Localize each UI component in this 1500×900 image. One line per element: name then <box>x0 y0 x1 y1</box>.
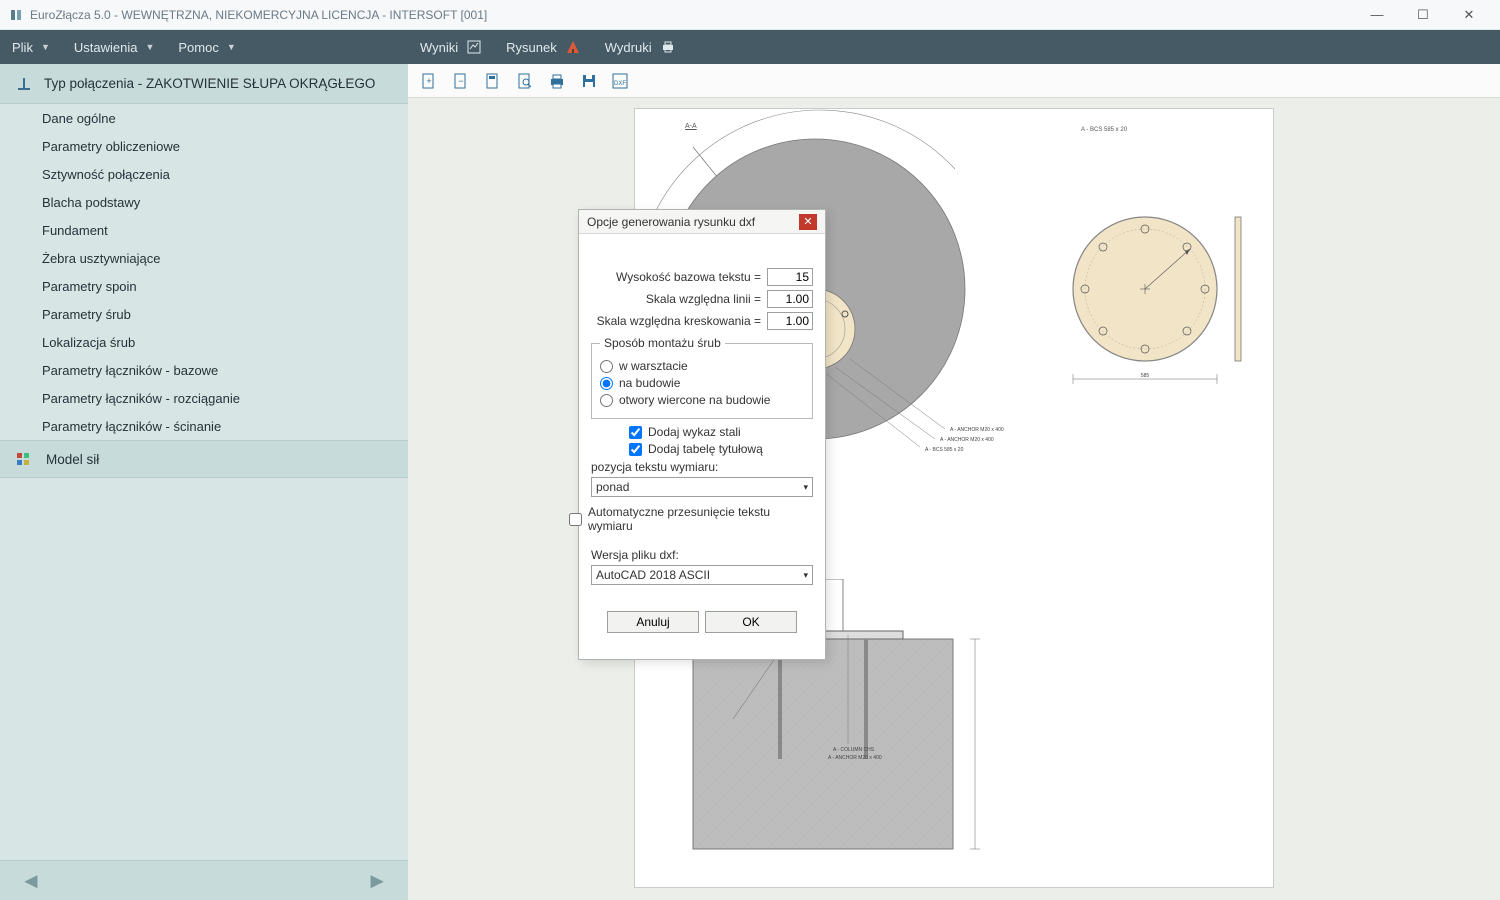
sidebar-item-general[interactable]: Dane ogólne <box>0 104 408 132</box>
sidebar-header-label: Typ połączenia - ZAKOTWIENIE SŁUPA OKRĄG… <box>44 76 375 91</box>
hatch-scale-label: Skala względna kreskowania = <box>591 314 767 328</box>
mounting-workshop-radio[interactable] <box>600 360 613 373</box>
auto-shift-checkbox[interactable] <box>569 513 582 526</box>
dialog-titlebar[interactable]: Opcje generowania rysunku dxf ✕ <box>579 210 825 234</box>
sidebar-item-calc-params[interactable]: Parametry obliczeniowe <box>0 132 408 160</box>
dim-pos-label: pozycja tekstu wymiaru: <box>591 460 813 474</box>
mounting-legend: Sposób montażu śrub <box>600 336 725 350</box>
sidebar-item-stiffeners[interactable]: Żebra usztywniające <box>0 244 408 272</box>
save-icon[interactable] <box>578 70 600 92</box>
menu-settings[interactable]: Ustawienia▼ <box>62 30 167 64</box>
maximize-button[interactable]: ☐ <box>1400 0 1446 30</box>
results-icon <box>466 39 482 55</box>
print-icon[interactable] <box>546 70 568 92</box>
dxf-options-dialog: Opcje generowania rysunku dxf ✕ Wysokość… <box>578 209 826 660</box>
chevron-down-icon: ▾ <box>803 570 808 581</box>
window-title: EuroZłącza 5.0 - WEWNĘTRZNA, NIEKOMERCYJ… <box>30 8 487 22</box>
dxf-version-label: Wersja pliku dxf: <box>591 548 813 562</box>
nav-back-icon[interactable]: ◄ <box>20 868 42 894</box>
sidebar-item-conn-shear[interactable]: Parametry łączników - ścinanie <box>0 412 408 440</box>
window-controls: — ☐ ✕ <box>1354 0 1492 30</box>
mounting-site-radio[interactable] <box>600 377 613 390</box>
drawing-canvas: A-A A - BCS 585 x 20 <box>408 98 1500 900</box>
sidebar-item-bolt-location[interactable]: Lokalizacja śrub <box>0 328 408 356</box>
svg-text:−: − <box>458 76 463 86</box>
ok-button[interactable]: OK <box>705 611 797 633</box>
connection-type-icon <box>16 76 32 92</box>
chevron-down-icon: ▼ <box>145 42 154 52</box>
sidebar-forces-label: Model sił <box>46 452 99 467</box>
svg-text:A - ANCHOR M20 x 400: A - ANCHOR M20 x 400 <box>940 437 994 443</box>
svg-text:+: + <box>426 76 431 86</box>
close-button[interactable]: ✕ <box>1446 0 1492 30</box>
line-scale-label: Skala względna linii = <box>591 292 767 306</box>
dxf-export-icon[interactable]: DXF <box>610 70 632 92</box>
page-view-icon[interactable] <box>482 70 504 92</box>
line-scale-input[interactable] <box>767 290 813 308</box>
menu-prints[interactable]: Wydruki <box>593 30 688 64</box>
menu-right: Wyniki Rysunek Wydruki <box>408 30 1500 64</box>
dim-pos-select[interactable]: ponad▾ <box>591 477 813 497</box>
svg-text:A - BCS 585 x 20: A - BCS 585 x 20 <box>925 447 964 453</box>
content-toolbar: + − DXF <box>408 64 1500 98</box>
printer-icon <box>660 39 676 55</box>
new-page-icon[interactable]: + <box>418 70 440 92</box>
sidebar-item-conn-base[interactable]: Parametry łączników - bazowe <box>0 356 408 384</box>
sidebar-item-weld-params[interactable]: Parametry spoin <box>0 272 408 300</box>
svg-text:A - ANCHOR M20 x 400: A - ANCHOR M20 x 400 <box>950 427 1004 433</box>
dxf-version-select[interactable]: AutoCAD 2018 ASCII▾ <box>591 565 813 585</box>
zoom-icon[interactable] <box>514 70 536 92</box>
cancel-button[interactable]: Anuluj <box>607 611 699 633</box>
content-area: + − DXF A-A A - BCS 585 x 20 <box>408 64 1500 900</box>
chevron-down-icon: ▼ <box>227 42 236 52</box>
mounting-fieldset: Sposób montażu śrub w warsztacie na budo… <box>591 336 813 419</box>
remove-page-icon[interactable]: − <box>450 70 472 92</box>
svg-text:585: 585 <box>1141 373 1150 379</box>
sidebar-item-foundation[interactable]: Fundament <box>0 216 408 244</box>
text-height-input[interactable] <box>767 268 813 286</box>
sidebar-item-bolt-params[interactable]: Parametry śrub <box>0 300 408 328</box>
sidebar-spacer <box>0 478 408 860</box>
menu-results[interactable]: Wyniki <box>408 30 494 64</box>
plan-drawing: 585 <box>1055 189 1255 409</box>
titlebar: EuroZłącza 5.0 - WEWNĘTRZNA, NIEKOMERCYJ… <box>0 0 1500 30</box>
sidebar-item-stiffness[interactable]: Sztywność połączenia <box>0 160 408 188</box>
chevron-down-icon: ▼ <box>41 42 50 52</box>
hatch-scale-input[interactable] <box>767 312 813 330</box>
add-title-table-checkbox[interactable] <box>629 443 642 456</box>
sidebar: Typ połączenia - ZAKOTWIENIE SŁUPA OKRĄG… <box>0 64 408 900</box>
dialog-title: Opcje generowania rysunku dxf <box>587 215 755 229</box>
nav-forward-icon[interactable]: ► <box>366 868 388 894</box>
svg-text:A - ANCHOR M20 x 400: A - ANCHOR M20 x 400 <box>828 755 882 761</box>
sidebar-item-base-plate[interactable]: Blacha podstawy <box>0 188 408 216</box>
add-steel-list-checkbox[interactable] <box>629 426 642 439</box>
mounting-drilled-radio[interactable] <box>600 394 613 407</box>
chevron-down-icon: ▾ <box>803 482 808 493</box>
svg-text:DXF: DXF <box>614 81 626 87</box>
sidebar-section-forces[interactable]: Model sił <box>0 440 408 478</box>
sidebar-footer: ◄ ► <box>0 860 408 900</box>
force-model-icon <box>16 452 34 466</box>
minimize-button[interactable]: — <box>1354 0 1400 30</box>
drawing-icon <box>565 39 581 55</box>
menu-file[interactable]: Plik▼ <box>0 30 62 64</box>
sidebar-section-connection-type[interactable]: Typ połączenia - ZAKOTWIENIE SŁUPA OKRĄG… <box>0 64 408 104</box>
text-height-label: Wysokość bazowa tekstu = <box>591 270 767 284</box>
app-icon <box>8 7 24 23</box>
svg-text:A - COLUMN CHS: A - COLUMN CHS <box>833 747 875 753</box>
menu-help[interactable]: Pomoc▼ <box>166 30 247 64</box>
sidebar-item-conn-tension[interactable]: Parametry łączników - rozciąganie <box>0 384 408 412</box>
dialog-close-button[interactable]: ✕ <box>799 214 817 230</box>
menu-left: Plik▼ Ustawienia▼ Pomoc▼ <box>0 30 408 64</box>
menu-drawing[interactable]: Rysunek <box>494 30 593 64</box>
